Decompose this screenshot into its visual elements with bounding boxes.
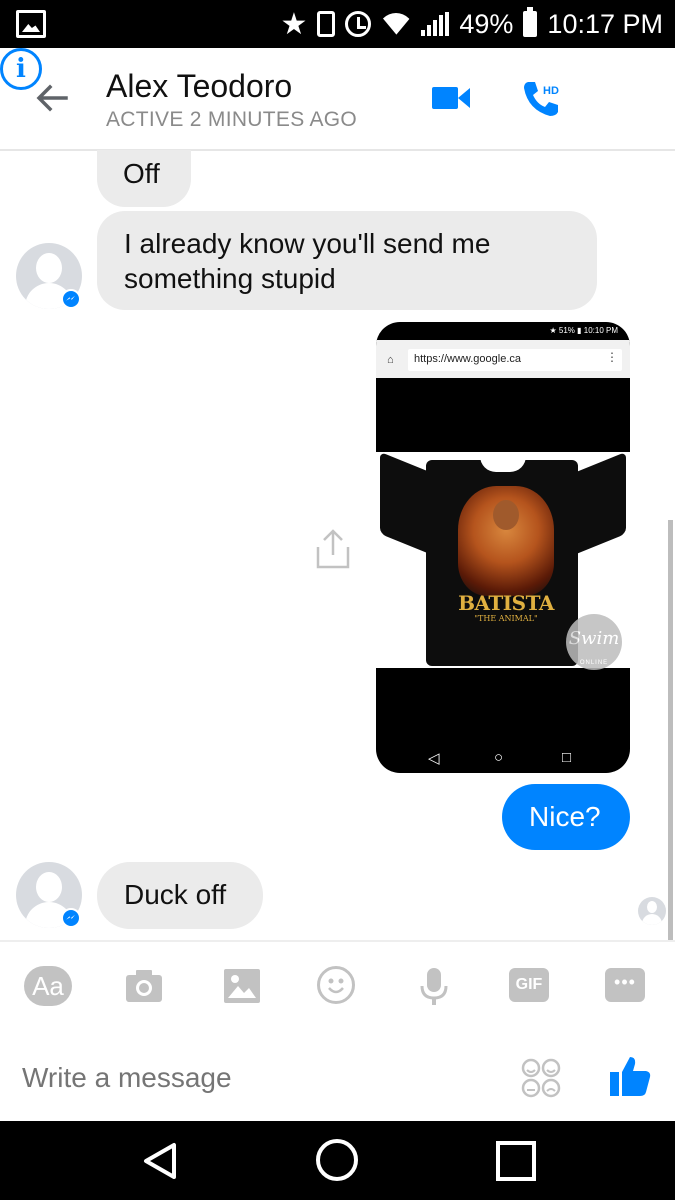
emoji-face-glyph [328,978,344,994]
overflow-menu-icon: ⋮ [606,350,618,364]
clock: 10:17 PM [547,8,663,39]
conversation-header: Alex Teodoro ACTIVE 2 MINUTES AGO HD i [0,48,675,151]
android-navigation-bar [0,1121,675,1200]
message-incoming[interactable]: I already know you'll send me something … [97,211,597,310]
tshirt-product-image: BATISTA "THE ANIMAL" Swim ONLINE [376,451,630,670]
stickers-icon[interactable] [520,1058,562,1098]
battery-icon [523,7,538,37]
tshirt-illustration: BATISTA "THE ANIMAL" Swim ONLINE [380,451,626,670]
shared-image-attachment[interactable]: ★ 51% ▮ 10:10 PM ⌂ https://www.google.ca… [376,322,630,773]
avatar-head-shape [36,872,62,902]
tshirt-print-title: BATISTA [458,591,554,615]
camera-icon[interactable] [124,966,164,1006]
message-incoming[interactable]: Duck off [97,862,263,929]
recent-apps-icon[interactable] [496,1141,536,1181]
home-icon[interactable] [316,1139,358,1181]
photo-gallery-icon[interactable] [222,966,262,1006]
attachment-url: https://www.google.ca [408,349,622,371]
signal-icon [421,12,450,36]
status-indicators: ★ 49% 10:17 PM [280,0,663,48]
avatar-head-shape [36,253,62,283]
star-icon: ★ [280,7,308,41]
text-format-button[interactable]: Aa [24,966,72,1006]
thread-scrollbar[interactable] [668,520,673,940]
message-outgoing[interactable]: Nice? [502,784,630,850]
contact-name[interactable]: Alex Teodoro [106,68,292,105]
gif-button[interactable]: GIF [509,968,549,1002]
back-icon[interactable] [140,1141,180,1181]
more-options-button[interactable]: ••• [605,968,645,1002]
attachment-status-bar: ★ 51% ▮ 10:10 PM [549,326,618,335]
attachment-time: 10:10 PM [583,326,618,335]
home-icon: ⌂ [387,354,394,366]
tshirt-print-subtitle: "THE ANIMAL" [474,614,538,623]
microphone-icon[interactable] [414,966,454,1006]
thumbs-up-like-icon[interactable] [608,1054,652,1098]
star-icon: ★ [549,326,559,335]
message-input[interactable] [22,1058,492,1098]
share-icon[interactable] [312,527,354,571]
attachment-browser-bar: ⌂ https://www.google.ca ⋮ [376,340,630,378]
contact-active-status: ACTIVE 2 MINUTES AGO [106,108,358,131]
hd-badge: HD [543,85,559,97]
composer-divider [0,940,675,942]
avatar-head-shape [647,901,657,913]
gallery-notification-icon [16,10,46,38]
nav-home-icon: ○ [494,749,504,766]
emoji-icon[interactable] [317,966,355,1004]
back-arrow-icon[interactable] [32,78,72,118]
nav-back-icon: ◁ [428,750,440,767]
vibrate-icon [317,11,336,37]
battery-percent: 49% [459,8,514,39]
watermark-logo-subtitle: ONLINE [579,660,609,666]
attachment-nav-bar: ◁ ○ □ [376,743,630,773]
messenger-badge-icon [61,908,81,928]
alarm-icon [345,11,372,37]
messenger-badge-icon [61,289,81,309]
seen-receipt-avatar [638,897,666,925]
avatar-body-shape [642,914,662,925]
wifi-icon [381,13,411,35]
status-bar: ★ 49% 10:17 PM [0,0,675,48]
wrestler-figure [493,500,519,530]
hd-voice-call-icon[interactable]: HD [520,76,564,120]
attachment-battery: 51% [558,326,575,335]
nav-recent-icon: □ [562,749,572,766]
video-call-icon[interactable] [430,76,474,120]
message-incoming[interactable]: Off [97,150,191,207]
